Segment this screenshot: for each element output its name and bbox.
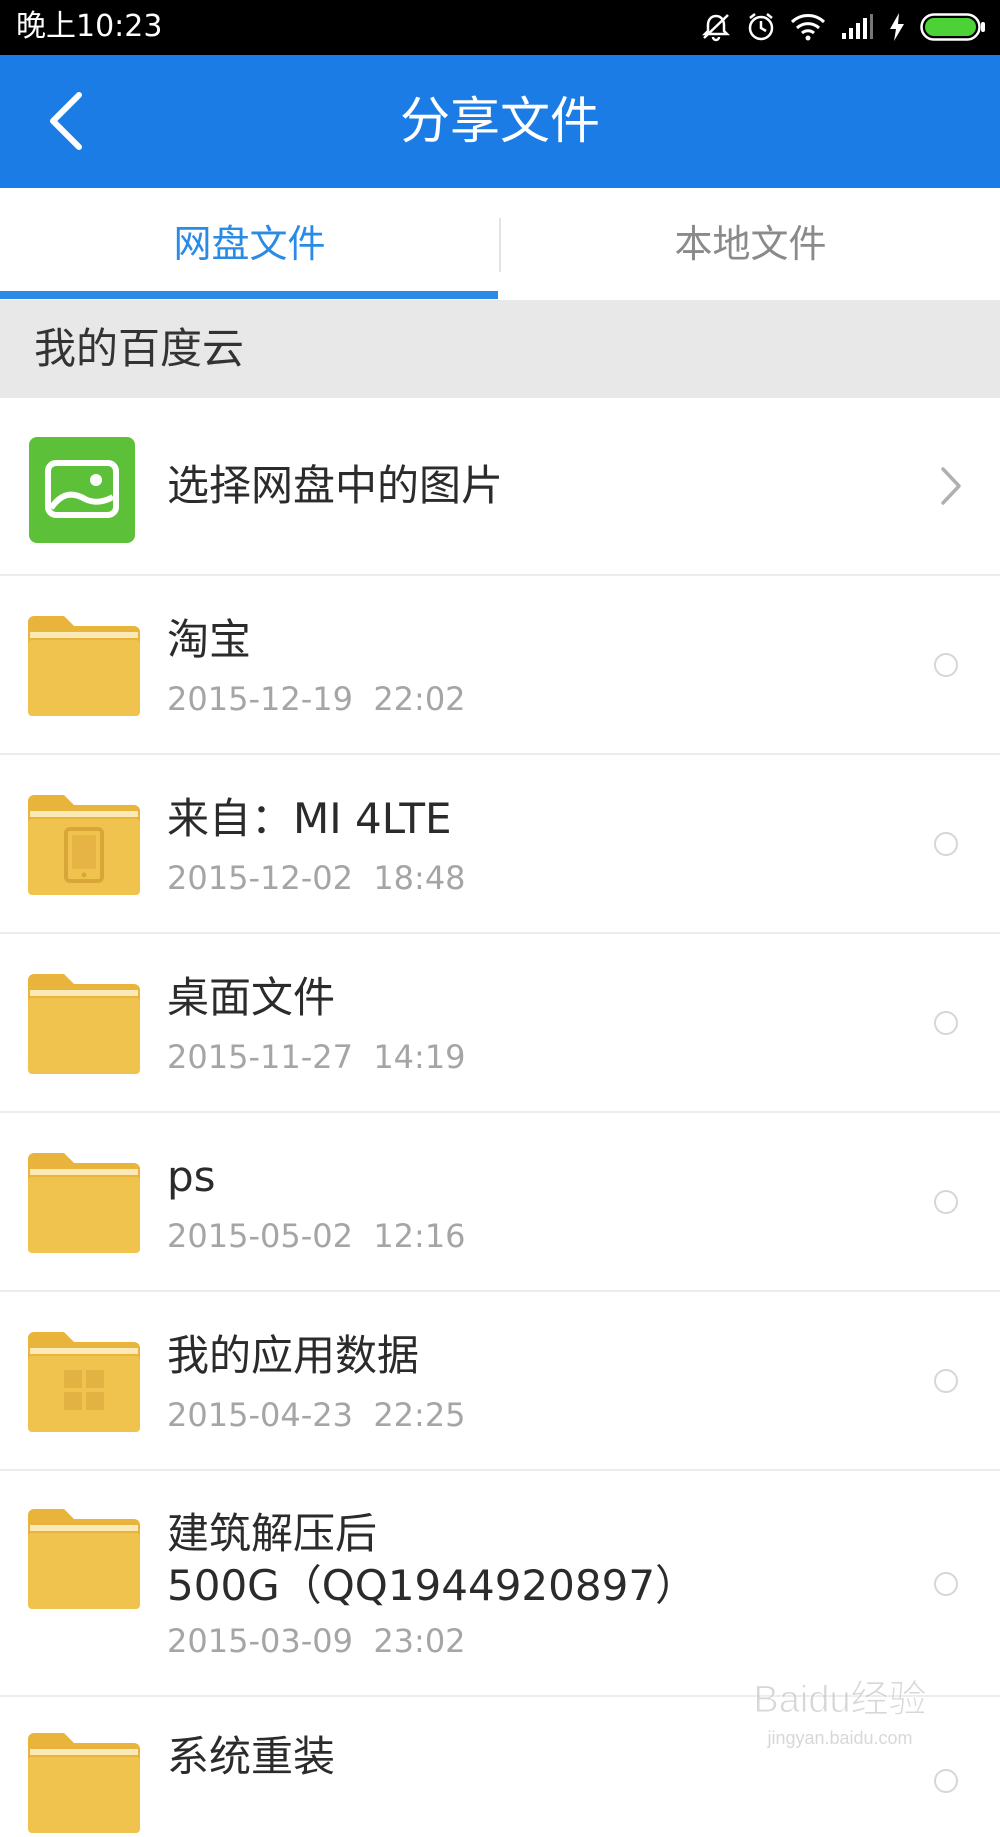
file-row[interactable]: ps 2015-05-02 12:16 [0, 1113, 1000, 1292]
file-name: 淘宝 [167, 615, 252, 664]
file-row[interactable]: 我的应用数据 2015-04-23 22:25 [0, 1292, 1000, 1471]
section-title: 我的百度云 [34, 324, 245, 373]
file-date: 2015-11-27 14:19 [167, 1038, 466, 1076]
select-radio[interactable] [934, 832, 958, 856]
select-radio[interactable] [934, 1369, 958, 1393]
file-name: ps [167, 1152, 216, 1201]
tab-indicator [0, 291, 498, 299]
status-time: 晚上10:23 [16, 9, 163, 44]
back-button[interactable] [30, 83, 100, 159]
choose-cloud-images-label: 选择网盘中的图片 [167, 461, 504, 510]
chevron-right-icon [940, 466, 962, 510]
tab-local-files[interactable]: 本地文件 [501, 188, 1000, 300]
file-date: 2015-12-19 22:02 [167, 680, 466, 718]
select-radio[interactable] [934, 1769, 958, 1793]
battery-icon [920, 12, 986, 42]
mute-icon [700, 12, 732, 42]
apps-folder-icon [28, 1332, 140, 1436]
status-bar: 晚上10:23 [0, 0, 1000, 55]
tab-bar: 网盘文件 本地文件 [0, 188, 1000, 300]
file-name: 我的应用数据 [167, 1331, 420, 1380]
image-icon [28, 436, 136, 548]
folder-icon [28, 1509, 140, 1613]
device-folder-icon [28, 795, 140, 899]
folder-icon [28, 616, 140, 720]
folder-icon [28, 1153, 140, 1257]
select-radio[interactable] [934, 1011, 958, 1035]
charging-icon [888, 12, 906, 42]
baidu-jingyan-watermark: Baidu经验 jingyan.baidu.com [740, 1668, 940, 1758]
section-header: 我的百度云 [0, 300, 1000, 398]
wifi-icon [790, 13, 826, 41]
page-title: 分享文件 [400, 92, 600, 150]
file-row[interactable]: 桌面文件 2015-11-27 14:19 [0, 934, 1000, 1113]
select-radio[interactable] [934, 1190, 958, 1214]
select-radio[interactable] [934, 1572, 958, 1596]
file-row[interactable]: 淘宝 2015-12-19 22:02 [0, 576, 1000, 755]
file-date: 2015-03-09 23:02 [167, 1622, 466, 1660]
file-name: 桌面文件 [167, 973, 336, 1022]
file-name: 系统重装 [167, 1732, 336, 1781]
file-name: 来自：MI 4LTE [167, 794, 452, 843]
file-row[interactable]: 来自：MI 4LTE 2015-12-02 18:48 [0, 755, 1000, 934]
folder-icon [28, 1733, 140, 1837]
folder-icon [28, 974, 140, 1078]
file-name-line2: 500G（QQ1944920897） [167, 1561, 698, 1610]
file-row[interactable]: 建筑解压后 500G（QQ1944920897） 2015-03-09 23:0… [0, 1471, 1000, 1697]
file-date: 2015-04-23 22:25 [167, 1396, 466, 1434]
signal-icon [840, 13, 874, 41]
file-date: 2015-12-02 18:48 [167, 859, 466, 897]
file-name-line1: 建筑解压后 [167, 1509, 378, 1558]
tab-cloud-files[interactable]: 网盘文件 [0, 188, 499, 300]
watermark-brand: Baidu经验 [753, 1679, 926, 1721]
file-date: 2015-05-02 12:16 [167, 1217, 466, 1255]
alarm-icon [746, 12, 776, 42]
watermark-url: jingyan.baidu.com [766, 1728, 912, 1748]
app-bar: 分享文件 [0, 55, 1000, 188]
choose-cloud-images-row[interactable]: 选择网盘中的图片 [0, 398, 1000, 576]
status-icons [700, 10, 986, 44]
chevron-left-icon [50, 92, 82, 150]
select-radio[interactable] [934, 653, 958, 677]
